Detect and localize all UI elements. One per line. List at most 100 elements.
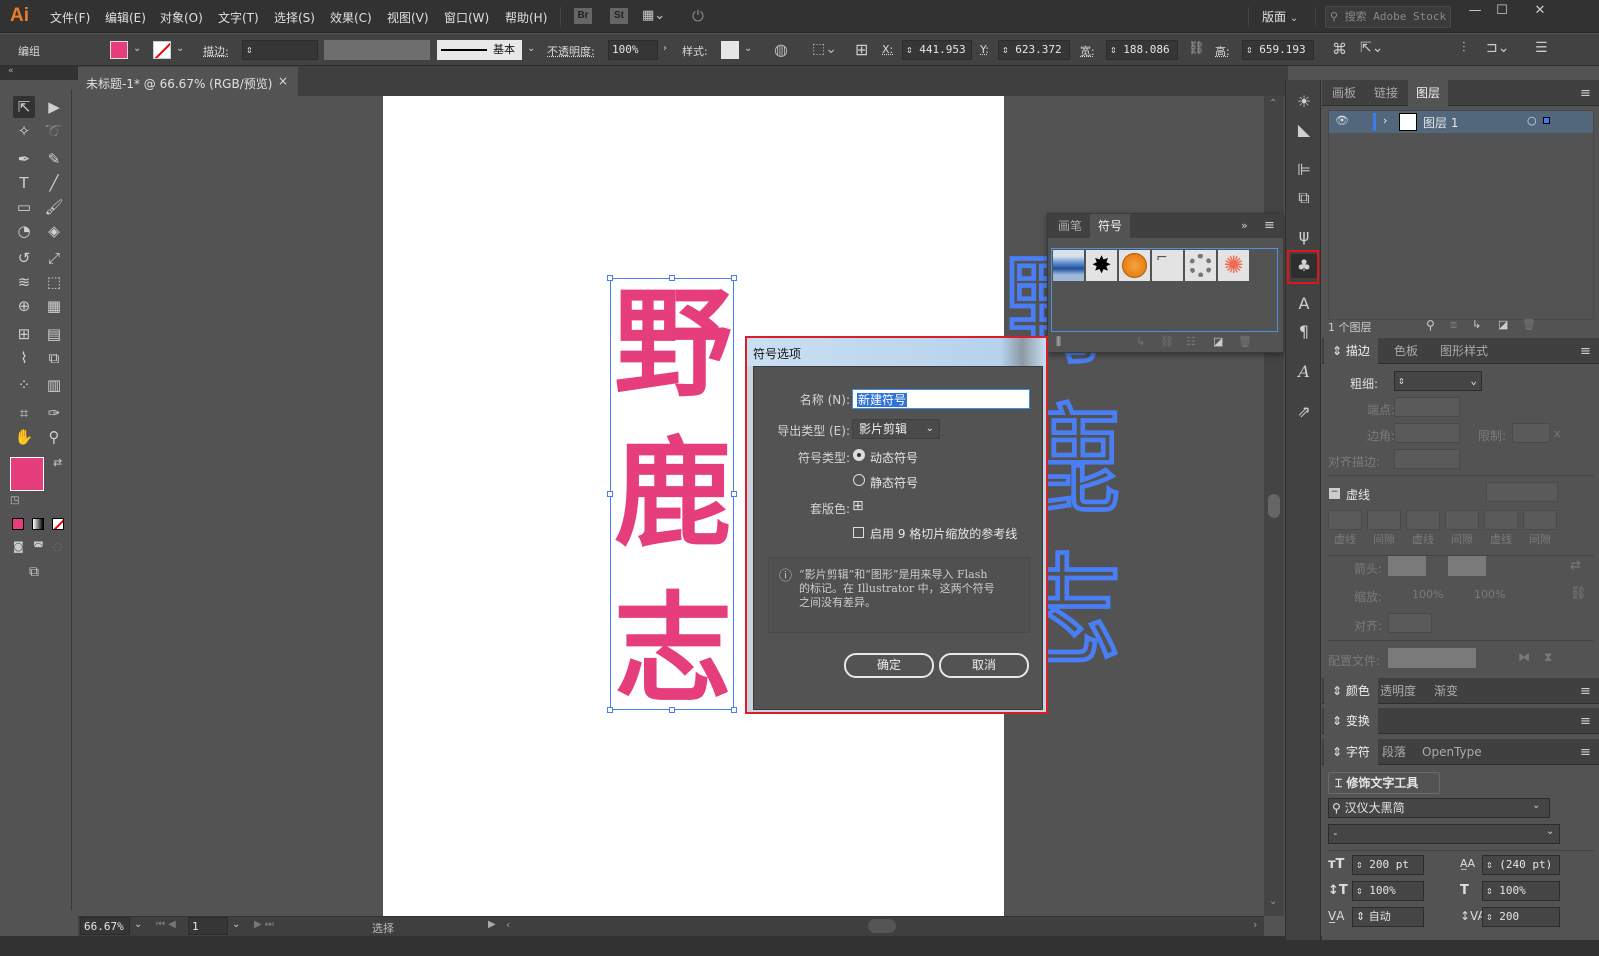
blend-tool-icon[interactable]: ⧉	[43, 347, 65, 369]
color-mode-button[interactable]	[12, 518, 24, 530]
resize-handle[interactable]	[731, 275, 737, 281]
visibility-eye-icon[interactable]: 👁	[1335, 114, 1349, 127]
symbol-flower[interactable]: ✺	[1218, 250, 1249, 281]
break-link-icon[interactable]: ⛓	[1160, 335, 1174, 348]
mesh-tool-icon[interactable]: ⊞	[13, 323, 35, 345]
none-mode-button[interactable]	[52, 518, 64, 530]
horizontal-scale-input[interactable]: ⇕ 100%	[1482, 881, 1560, 901]
menu-help[interactable]: 帮助(H)	[505, 9, 547, 26]
zoom-level-input[interactable]: 66.67%	[80, 917, 130, 935]
zoom-tool-icon[interactable]: ⚲	[43, 426, 65, 448]
magic-wand-tool-icon[interactable]: ✧	[13, 120, 35, 142]
brush-dropdown-icon[interactable]: ⌄	[527, 43, 535, 54]
stock-search-input[interactable]: ⚲ 搜索 Adobe Stock	[1325, 6, 1451, 28]
draw-behind-icon[interactable]: ◚	[33, 540, 44, 553]
draw-inside-icon[interactable]: ◌	[53, 540, 63, 553]
end-arrowhead-select[interactable]	[1448, 556, 1486, 576]
constrain-proportions-icon[interactable]: ⛓	[1188, 41, 1205, 56]
gap-input[interactable]	[1523, 510, 1557, 530]
graphic-style-swatch[interactable]	[721, 41, 739, 59]
lasso-tool-icon[interactable]: ➰	[43, 120, 65, 142]
scale-tool-icon[interactable]: ⤢	[43, 247, 65, 269]
resize-handle[interactable]	[607, 275, 613, 281]
stroke-dropdown-icon[interactable]: ⌄	[176, 43, 184, 54]
static-symbol-radio[interactable]	[853, 474, 865, 486]
direct-selection-tool-icon[interactable]: ▶	[43, 96, 65, 118]
scroll-right-icon[interactable]: ›	[1253, 918, 1257, 931]
document-tab[interactable]: 未标题-1* @ 66.67% (RGB/预览) ×	[78, 66, 298, 96]
dash-input[interactable]	[1406, 510, 1440, 530]
tab-swatches[interactable]: 色板	[1386, 338, 1426, 364]
menu-effect[interactable]: 效果(C)	[330, 9, 372, 26]
panel-menu-icon[interactable]: ≡	[1264, 218, 1275, 233]
stroke-swatch[interactable]	[153, 41, 171, 59]
brushes-icon[interactable]: ψ	[1291, 224, 1317, 248]
style-dropdown-icon[interactable]: ⌄	[744, 43, 752, 54]
nine-slice-checkbox[interactable]	[853, 527, 864, 538]
horizontal-scrollbar-thumb[interactable]	[868, 919, 896, 933]
symbol-sprayer-tool-icon[interactable]: ⁘	[13, 374, 35, 396]
new-symbol-icon[interactable]: ◪	[1213, 335, 1223, 348]
tab-artboards[interactable]: 画板	[1324, 80, 1364, 106]
align-stroke-buttons[interactable]	[1394, 449, 1460, 469]
character-menu-icon[interactable]: ≡	[1580, 745, 1591, 760]
tab-transform[interactable]: ⇕ 变换	[1324, 708, 1378, 734]
scrollbar-thumb[interactable]	[1268, 494, 1280, 518]
stock-icon[interactable]: St	[610, 8, 628, 24]
perspective-grid-tool-icon[interactable]: ▦	[43, 295, 65, 317]
free-transform-tool-icon[interactable]: ⬚	[43, 271, 65, 293]
zoom-dropdown-icon[interactable]: ⌄	[134, 919, 142, 930]
delete-symbol-icon[interactable]: 🗑	[1238, 335, 1252, 348]
selection-bounding-box[interactable]: 野 鹿 志	[607, 275, 737, 718]
menu-object[interactable]: 对象(O)	[160, 9, 203, 26]
font-style-dropdown-icon[interactable]: ⌄	[1546, 826, 1554, 837]
dash-input[interactable]	[1484, 510, 1518, 530]
flip-across-icon[interactable]: ⧗	[1544, 650, 1552, 665]
toolbar-collapse[interactable]: «	[0, 66, 78, 80]
tab-stroke[interactable]: ⇕ 描边	[1324, 338, 1378, 364]
arrow-scale-end[interactable]: 100%	[1474, 588, 1505, 601]
opacity-arrow-icon[interactable]: ›	[663, 43, 667, 54]
width-input[interactable]: ⇕ 188.086	[1106, 40, 1178, 60]
tab-opentype[interactable]: OpenType	[1414, 739, 1490, 765]
cancel-button[interactable]: 取消	[939, 653, 1029, 678]
tab-layers[interactable]: 图层	[1408, 80, 1449, 106]
gpu-performance-icon[interactable]: ⏻	[692, 7, 704, 25]
color-menu-icon[interactable]: ≡	[1580, 684, 1591, 699]
font-family-dropdown-icon[interactable]: ⌄	[1532, 800, 1540, 811]
stroke-weight-select[interactable]: ⇕ ⌄	[1394, 371, 1482, 391]
vertical-scale-input[interactable]: ⇕ 100%	[1352, 881, 1424, 901]
cap-buttons[interactable]	[1394, 397, 1460, 417]
opacity-input[interactable]: 100%	[608, 40, 658, 60]
gradient-mode-button[interactable]	[32, 518, 44, 530]
resize-handle[interactable]	[669, 275, 675, 281]
delete-layer-icon[interactable]: 🗑	[1522, 318, 1536, 331]
align-panel-icon[interactable]: ⊫	[1291, 158, 1317, 182]
dashed-line-checkbox[interactable]: −	[1329, 488, 1340, 499]
shape-builder-tool-icon[interactable]: ⊕	[13, 295, 35, 317]
workspace-switcher[interactable]: 版面 ⌄	[1262, 8, 1298, 25]
artboard-number-input[interactable]: 1	[188, 917, 228, 935]
resize-handle[interactable]	[607, 707, 613, 713]
symbols-list[interactable]: ✸ ⌐ ✺	[1051, 248, 1278, 332]
character-styles-icon[interactable]: A	[1291, 292, 1317, 316]
arrow-align-buttons[interactable]	[1388, 613, 1432, 633]
start-arrowhead-select[interactable]	[1388, 556, 1426, 576]
vertical-type-tool-icon[interactable]: T	[13, 172, 35, 194]
tab-symbols[interactable]: 符号	[1090, 214, 1131, 238]
layers-menu-icon[interactable]: ≡	[1580, 86, 1591, 101]
resize-handle[interactable]	[731, 491, 737, 497]
next-artboard-icon[interactable]: ▶ ⏭	[254, 919, 274, 930]
scroll-left-icon[interactable]: ‹	[506, 918, 510, 931]
eraser-tool-icon[interactable]: ◈	[43, 220, 65, 242]
corner-buttons[interactable]	[1394, 423, 1460, 443]
x-input[interactable]: ⇕ 441.953	[902, 40, 972, 60]
font-style-select[interactable]: -	[1328, 824, 1560, 844]
tab-brushes[interactable]: 画笔	[1050, 214, 1090, 238]
touch-type-tool-button[interactable]: ⌶ 修饰文字工具	[1328, 772, 1440, 794]
appearance-icon[interactable]: ☀	[1291, 90, 1317, 114]
stroke-menu-icon[interactable]: ≡	[1580, 344, 1591, 359]
height-input[interactable]: ⇕ 659.193	[1242, 40, 1314, 60]
flip-along-icon[interactable]: ⧓	[1518, 650, 1530, 664]
column-graph-tool-icon[interactable]: ▥	[43, 374, 65, 396]
